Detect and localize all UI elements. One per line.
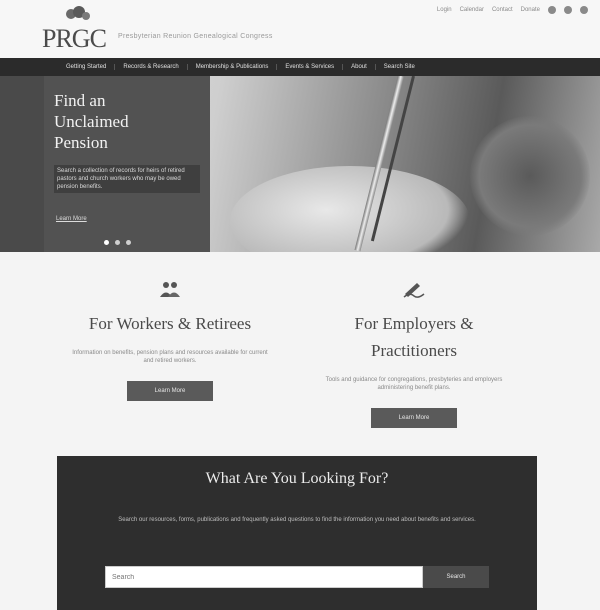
facebook-icon[interactable]	[548, 6, 556, 14]
nav-item-search[interactable]: Search Site	[376, 64, 423, 70]
hero-image-shadow	[470, 116, 590, 236]
people-icon	[160, 282, 180, 297]
tagline: Presbyterian Reunion Genealogical Congre…	[118, 33, 273, 40]
carousel-dot-1[interactable]	[104, 240, 109, 245]
hero-panel: Find an Unclaimed Pension Search a colle…	[44, 76, 210, 252]
twitter-icon[interactable]	[564, 6, 572, 14]
search-description: Search our resources, forms, publication…	[118, 517, 476, 523]
hero-learn-more-link[interactable]: Learn More	[56, 216, 87, 222]
hero-image-hand	[230, 166, 470, 252]
search-input[interactable]	[105, 566, 423, 588]
hero-carousel-dots	[104, 240, 131, 245]
logo[interactable]: PRGC	[42, 6, 112, 53]
search-title: What Are You Looking For?	[205, 470, 389, 487]
youtube-icon[interactable]	[580, 6, 588, 14]
employers-title: For Employers & Practitioners	[354, 314, 474, 360]
nav-item-events[interactable]: Events & Services	[277, 64, 344, 70]
search-button[interactable]: Search	[423, 566, 489, 588]
hero-title: Find an Unclaimed Pension	[54, 91, 129, 152]
nav-item-about[interactable]: About	[343, 64, 376, 70]
utility-nav: Login Calendar Contact Donate	[437, 6, 588, 14]
signature-icon	[403, 283, 425, 298]
logo-mark-icon	[66, 6, 90, 20]
carousel-dot-3[interactable]	[126, 240, 131, 245]
utility-link-calendar[interactable]: Calendar	[460, 7, 484, 13]
utility-link-donate[interactable]: Donate	[521, 7, 540, 13]
hero-description: Search a collection of records for heirs…	[54, 165, 200, 193]
employers-learn-more-button[interactable]: Learn More	[371, 408, 457, 428]
logo-text: PRGC	[42, 24, 107, 53]
employers-column: For Employers & Practitioners Tools and …	[316, 280, 512, 428]
site-header: PRGC Presbyterian Reunion Genealogical C…	[0, 0, 600, 58]
hero-banner: Find an Unclaimed Pension Search a colle…	[0, 76, 600, 252]
nav-item-records[interactable]: Records & Research	[115, 64, 188, 70]
nav-item-getting-started[interactable]: Getting Started	[58, 64, 116, 70]
workers-column: For Workers & Retirees Information on be…	[70, 280, 270, 401]
nav-item-membership[interactable]: Membership & Publications	[188, 64, 278, 70]
workers-title: For Workers & Retirees	[88, 314, 252, 333]
main-nav: Getting Started Records & Research Membe…	[0, 58, 600, 76]
utility-link-contact[interactable]: Contact	[492, 7, 513, 13]
utility-link-login[interactable]: Login	[437, 7, 452, 13]
carousel-dot-2[interactable]	[115, 240, 120, 245]
workers-learn-more-button[interactable]: Learn More	[127, 381, 213, 401]
employers-description: Tools and guidance for congregations, pr…	[325, 377, 503, 391]
search-band: What Are You Looking For? Search our res…	[57, 456, 537, 610]
workers-description: Information on benefits, pension plans a…	[72, 350, 268, 364]
